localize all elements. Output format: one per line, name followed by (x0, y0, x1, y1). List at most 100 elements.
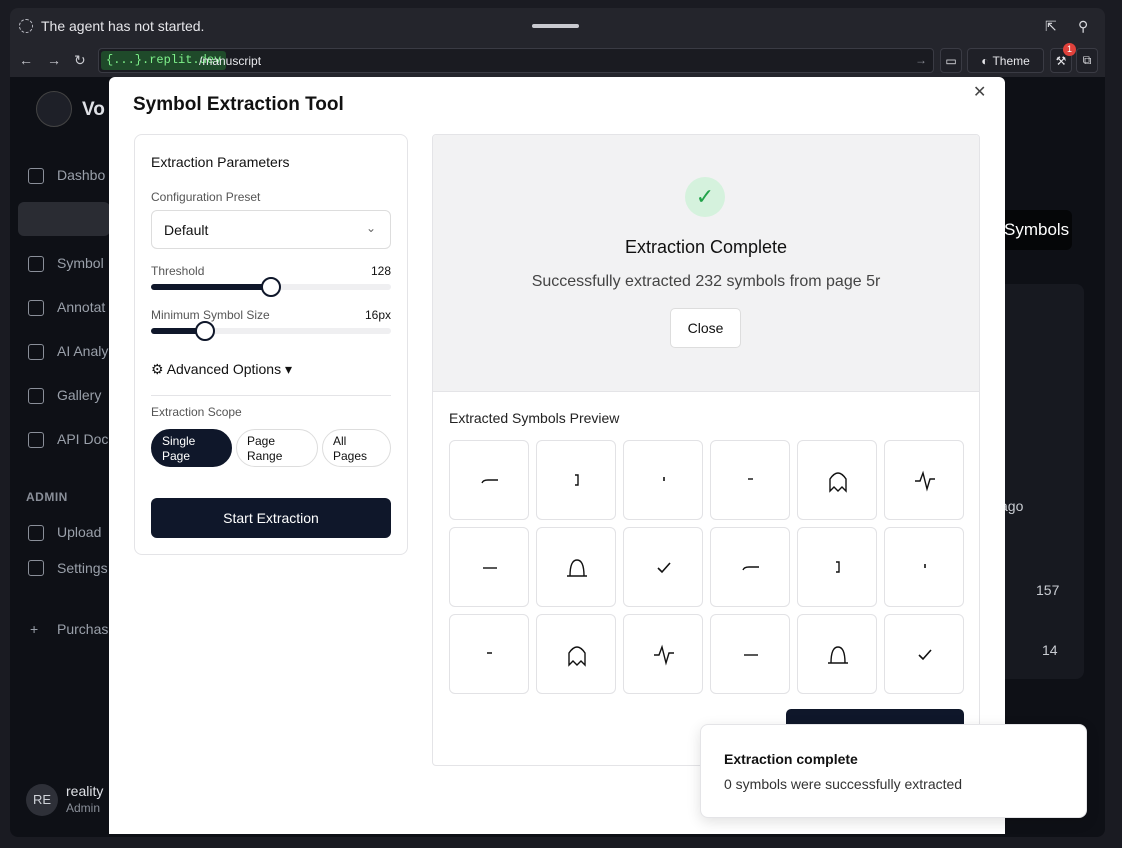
device-icon[interactable]: ▭ (940, 48, 962, 73)
min-size-slider[interactable] (151, 321, 391, 341)
sidebar-item-upload[interactable]: Upload (57, 524, 101, 540)
symbol-cell[interactable] (710, 614, 790, 694)
min-size-thumb[interactable] (195, 321, 215, 341)
threshold-slider[interactable] (151, 277, 391, 297)
tick-mark-icon (663, 477, 665, 481)
symbol-cell[interactable] (623, 527, 703, 607)
url-input[interactable]: {...}.replit.dev /manuscript → (98, 48, 934, 73)
completion-summary: ✓ Extraction Complete Successfully extra… (433, 135, 979, 392)
completion-title: Extraction Complete (624, 237, 788, 257)
bracket-icon (836, 561, 840, 573)
gear-icon: ⚙ (151, 361, 164, 377)
threshold-fill (151, 284, 271, 290)
toast-message: 0 symbols were successfully extracted (724, 776, 963, 792)
symbol-cell[interactable] (449, 527, 529, 607)
min-size-label: Minimum Symbol Size (151, 308, 270, 322)
symbol-cell[interactable] (536, 440, 616, 520)
sidebar-item-annotations[interactable]: Annotat (57, 299, 105, 315)
dash-icon (487, 652, 492, 654)
back-icon[interactable]: ← (19, 52, 33, 68)
palette-icon: ◐ (981, 53, 989, 68)
open-new-tab-icon[interactable]: ⧉ (1076, 48, 1098, 73)
close-icon[interactable]: ✕ (973, 82, 986, 102)
bot-icon (28, 344, 44, 360)
popout-icon[interactable]: ⇱ (1045, 18, 1057, 35)
symbol-cell[interactable] (449, 440, 529, 520)
preset-value: Default (164, 222, 209, 238)
checkmark-icon (657, 562, 671, 574)
check-icon: ✓ (685, 177, 725, 217)
upload-icon (28, 525, 44, 541)
symbol-cell[interactable] (623, 614, 703, 694)
symbol-cell[interactable] (884, 527, 964, 607)
home-icon (28, 168, 44, 184)
symbol-cell[interactable] (884, 614, 964, 694)
devtools-button[interactable]: ⚒ 1 (1050, 43, 1076, 73)
url-path: /manuscript (199, 54, 262, 68)
sidebar-item-purchase[interactable]: Purchas (57, 621, 108, 637)
tick-mark-icon (924, 564, 926, 568)
loading-icon (19, 19, 33, 33)
drag-handle[interactable] (532, 24, 579, 28)
pulse-icon (915, 470, 935, 492)
symbol-cell[interactable] (797, 527, 877, 607)
theme-button[interactable]: ◐ Theme (967, 48, 1044, 73)
symbol-cell[interactable] (710, 527, 790, 607)
sidebar-item-symbols[interactable]: Symbol (57, 255, 104, 271)
toast-notification: Extraction complete 0 symbols were succe… (700, 724, 1087, 818)
scope-single-page[interactable]: Single Page (151, 429, 232, 467)
bracket-icon (575, 474, 579, 486)
preset-label: Configuration Preset (151, 190, 261, 204)
scope-page-range[interactable]: Page Range (236, 429, 318, 467)
sidebar-item-dashboard[interactable]: Dashbo (57, 167, 105, 183)
stat-count-a: 157 (1036, 582, 1060, 598)
chevron-down-icon: ⌄ (365, 221, 376, 235)
symbol-cell[interactable] (710, 440, 790, 520)
close-button[interactable]: Close (670, 308, 741, 348)
symbol-cell[interactable] (797, 614, 877, 694)
dash-long-icon (744, 654, 758, 656)
symbol-cell[interactable] (536, 527, 616, 607)
symbol-cell[interactable] (884, 440, 964, 520)
forward-icon[interactable]: → (47, 52, 61, 68)
plus-icon: + (30, 621, 39, 637)
ghost-arch-icon (829, 472, 847, 493)
puzzle-icon (28, 256, 44, 272)
symbol-cell[interactable] (449, 614, 529, 694)
message-icon (28, 300, 44, 316)
sidebar-active-item[interactable] (18, 202, 110, 236)
min-size-value: 16px (364, 308, 391, 322)
underscore-icon (742, 566, 759, 571)
ghost-arch-icon (568, 646, 586, 667)
dash-icon (748, 478, 753, 480)
start-extraction-button[interactable]: Start Extraction (151, 498, 391, 538)
sidebar-item-ai-analysis[interactable]: AI Analy (57, 343, 108, 359)
extraction-result-panel: ✓ Extraction Complete Successfully extra… (432, 134, 980, 766)
pin-icon[interactable]: ⚲ (1078, 18, 1088, 35)
sidebar-item-settings[interactable]: Settings (57, 560, 108, 576)
toast-title: Extraction complete (724, 751, 858, 767)
reload-icon[interactable]: ↻ (74, 52, 86, 69)
go-arrow-icon[interactable]: → (915, 53, 927, 67)
divider (151, 395, 391, 396)
theme-label: Theme (992, 53, 1030, 68)
symbol-cell[interactable] (536, 614, 616, 694)
parameters-title: Extraction Parameters (151, 154, 290, 170)
brand-name: Vo (82, 99, 105, 120)
threshold-value: 128 (370, 264, 391, 278)
underscore-icon (481, 479, 498, 484)
sidebar-item-api-docs[interactable]: API Doc (57, 431, 108, 447)
agent-status-bar: The agent has not started. ⇱ ⚲ (10, 8, 1105, 44)
scope-all-pages[interactable]: All Pages (322, 429, 391, 467)
preset-select[interactable]: Default ⌄ (151, 210, 391, 249)
threshold-thumb[interactable] (261, 277, 281, 297)
avatar[interactable]: RE (26, 784, 58, 816)
symbol-cell[interactable] (623, 440, 703, 520)
extract-symbols-button[interactable]: Symbols (1004, 210, 1072, 250)
sidebar-item-gallery[interactable]: Gallery (57, 387, 101, 403)
user-role: Admin (66, 801, 101, 815)
symbol-cell[interactable] (797, 440, 877, 520)
preview-title: Extracted Symbols Preview (449, 410, 620, 426)
advanced-options-toggle[interactable]: ⚙ Advanced Options ▾ (151, 361, 292, 378)
completion-subtitle: Successfully extracted 232 symbols from … (531, 273, 881, 290)
